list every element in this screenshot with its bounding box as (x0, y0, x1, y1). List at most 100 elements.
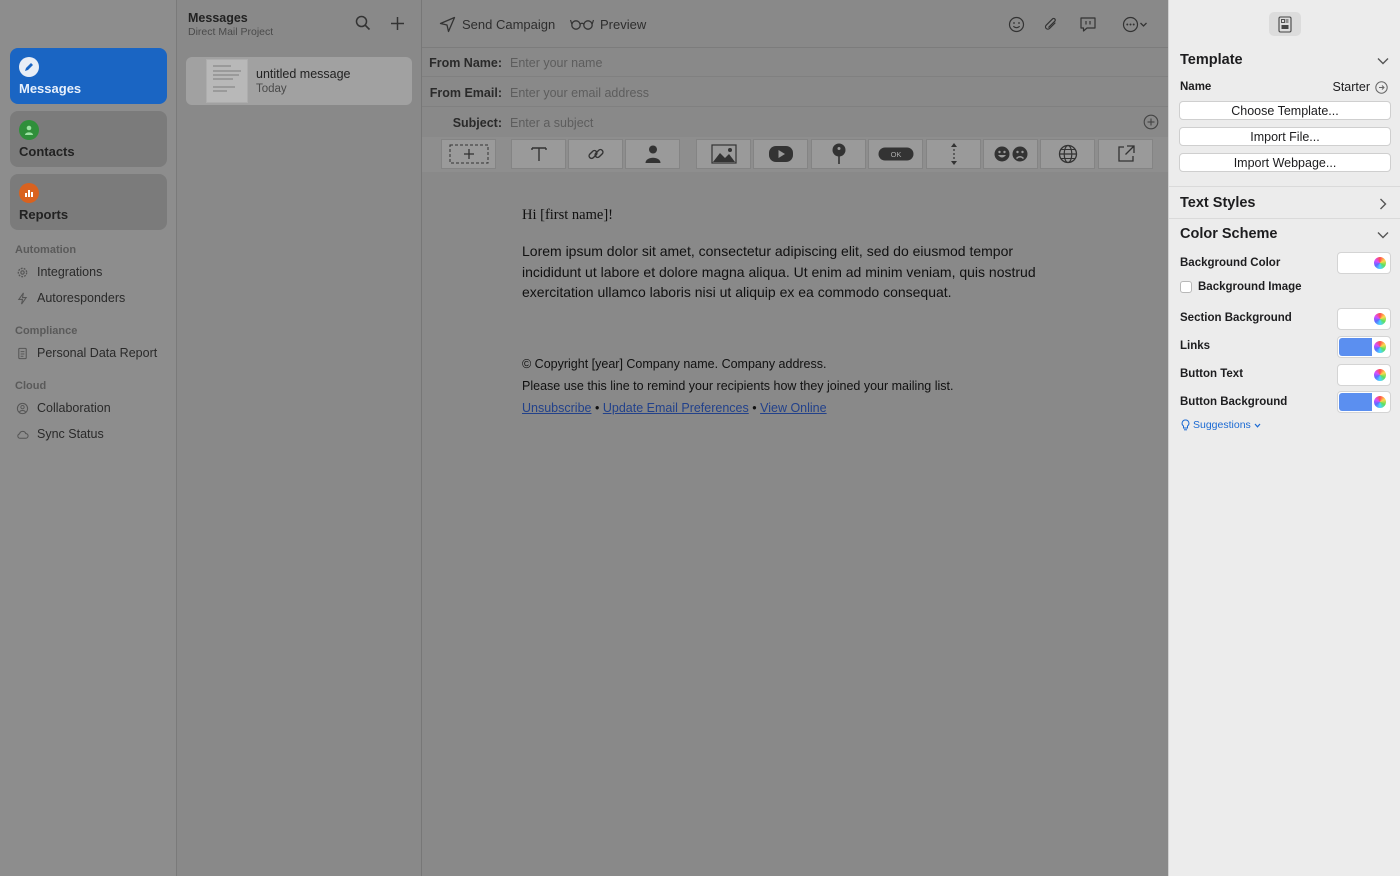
button-text-color-well[interactable] (1337, 364, 1391, 386)
sidebar: Messages Contacts Reports Automation Int… (0, 0, 177, 876)
button-background-color-well[interactable] (1337, 391, 1391, 413)
chevron-down-icon[interactable] (1376, 54, 1390, 68)
from-email-label: From Email: (429, 86, 502, 100)
web-block-button[interactable] (1040, 139, 1095, 169)
spacer-block-button[interactable] (926, 139, 981, 169)
email-body-text[interactable]: Lorem ipsum dolor sit amet, consectetur … (522, 241, 1067, 303)
sidebar-item-sync-status[interactable]: Sync Status (16, 424, 166, 444)
emoji-block-button[interactable] (983, 139, 1038, 169)
links-color-well[interactable] (1337, 336, 1391, 358)
chevron-down-icon[interactable] (1376, 228, 1390, 242)
section-background-well[interactable] (1337, 308, 1391, 330)
link-block-button[interactable] (568, 139, 623, 169)
email-reminder[interactable]: Please use this line to remind your reci… (522, 379, 953, 393)
document-icon (18, 347, 27, 359)
update-preferences-link[interactable]: Update Email Preferences (603, 401, 749, 415)
template-inspector-tab[interactable] (1269, 12, 1301, 36)
subject-input[interactable] (510, 113, 1110, 132)
chevron-right-icon[interactable] (1376, 197, 1390, 211)
color-wheel-icon[interactable] (1373, 368, 1387, 382)
choose-template-button[interactable]: Choose Template... (1179, 101, 1391, 120)
sidebar-nav-label: Contacts (19, 144, 75, 159)
send-campaign-button[interactable]: Send Campaign (439, 14, 555, 34)
email-greeting[interactable]: Hi [first name]! (522, 207, 613, 224)
editor-toolbar: Send Campaign Preview (422, 0, 1168, 48)
map-block-button[interactable] (811, 139, 866, 169)
chevron-down-icon (1140, 22, 1147, 27)
sidebar-nav-label: Messages (19, 81, 82, 96)
email-canvas[interactable]: Hi [first name]! Lorem ipsum dolor sit a… (422, 172, 1168, 876)
color-wheel-icon[interactable] (1373, 340, 1387, 354)
glasses-icon (570, 19, 594, 30)
link-icon (587, 148, 604, 160)
from-name-label: From Name: (429, 56, 502, 70)
bolt-icon (17, 292, 28, 304)
sidebar-item-collaboration[interactable]: Collaboration (16, 398, 166, 418)
suggestions-button[interactable]: Suggestions (1181, 419, 1261, 431)
editor-pane: Send Campaign Preview From Name: From Em… (422, 0, 1168, 876)
person-icon (19, 120, 39, 140)
globe-icon (1058, 144, 1077, 164)
sidebar-item-label: Integrations (37, 265, 103, 279)
preview-label: Preview (600, 16, 647, 32)
unsubscribe-link[interactable]: Unsubscribe (522, 401, 591, 415)
add-block-button[interactable] (441, 139, 496, 169)
sidebar-nav-messages[interactable]: Messages (10, 48, 167, 104)
share-block-button[interactable] (1098, 139, 1153, 169)
button-background-color-label: Button Background (1180, 396, 1288, 408)
import-webpage-button[interactable]: Import Webpage... (1179, 153, 1391, 172)
color-wheel-icon[interactable] (1373, 395, 1387, 409)
add-field-button[interactable] (1143, 114, 1160, 131)
image-block-button[interactable] (696, 139, 751, 169)
from-name-input[interactable] (510, 53, 1130, 72)
link-separator: • (752, 401, 757, 415)
link-separator: • (594, 401, 600, 415)
sidebar-nav-reports[interactable]: Reports (10, 174, 167, 230)
section-title-cloud: Cloud (15, 380, 47, 392)
text-styles-heading[interactable]: Text Styles (1180, 195, 1256, 211)
from-name-row: From Name: (422, 48, 1168, 77)
color-wheel-icon[interactable] (1373, 256, 1387, 270)
button-block-button[interactable]: OK (868, 139, 923, 169)
sidebar-item-personal-data-report[interactable]: Personal Data Report (16, 343, 166, 363)
emoji-icon (994, 146, 1027, 162)
arrow-circle-right-icon[interactable] (1375, 80, 1388, 94)
comments-button[interactable] (1078, 14, 1098, 34)
content-block-bar: OK (422, 137, 1168, 172)
sidebar-item-integrations[interactable]: Integrations (16, 262, 166, 282)
sidebar-item-label: Personal Data Report (37, 346, 158, 360)
more-menu-button[interactable] (1118, 14, 1152, 34)
background-image-checkbox[interactable] (1180, 281, 1192, 293)
background-color-fill (1339, 254, 1372, 272)
plus-icon (390, 16, 404, 30)
person-block-button[interactable] (625, 139, 680, 169)
import-file-button[interactable]: Import File... (1179, 127, 1391, 146)
project-name: Direct Mail Project (188, 26, 274, 38)
suggestions-label: Suggestions (1193, 419, 1251, 431)
message-list-item[interactable]: untitled message Today (186, 57, 412, 105)
color-wheel-icon[interactable] (1373, 312, 1387, 326)
text-icon (530, 147, 547, 161)
email-copyright[interactable]: © Copyright [year] Company name. Company… (522, 357, 827, 371)
template-name-value: Starter (1332, 80, 1388, 94)
from-email-input[interactable] (510, 83, 1130, 102)
cloud-icon (17, 430, 29, 439)
button-text-color-fill (1339, 366, 1372, 384)
new-message-button[interactable] (387, 13, 407, 33)
paper-plane-icon (439, 16, 456, 32)
sidebar-nav-contacts[interactable]: Contacts (10, 111, 167, 167)
view-online-link[interactable]: View Online (760, 401, 826, 415)
image-icon (710, 144, 737, 164)
sidebar-item-autoresponders[interactable]: Autoresponders (16, 288, 166, 308)
attachment-button[interactable] (1041, 14, 1061, 34)
search-button[interactable] (353, 13, 373, 33)
preview-button[interactable]: Preview (570, 14, 646, 34)
person-icon (645, 145, 660, 163)
emoji-button[interactable] (1006, 14, 1026, 34)
message-title: untitled message (256, 67, 351, 81)
video-block-button[interactable] (753, 139, 808, 169)
text-block-button[interactable] (511, 139, 566, 169)
sidebar-item-label: Autoresponders (37, 291, 126, 305)
background-color-well[interactable] (1337, 252, 1391, 274)
chevron-down-icon (1254, 423, 1261, 428)
